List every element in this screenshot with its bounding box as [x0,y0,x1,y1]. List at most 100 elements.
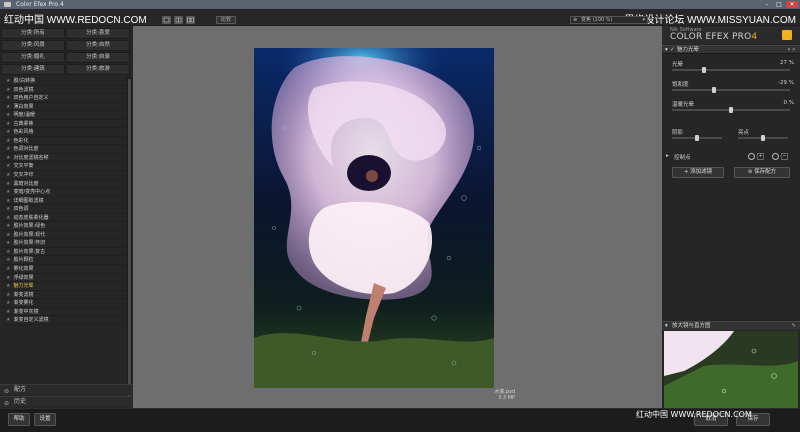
star-icon[interactable]: ★ [6,155,10,161]
add-filter-button[interactable]: + 添加滤镜 [672,167,724,178]
slider-value[interactable]: 0 % [784,100,794,106]
category-landscape[interactable]: 分类:风景 [1,40,65,51]
filter-list-item[interactable]: ★ 变暗/变亮中心点 [2,188,126,197]
star-icon[interactable]: ★ [6,138,10,144]
star-icon[interactable]: ★ [6,309,10,315]
filter-list-item[interactable]: ★ 详细图取滤镜 [2,197,126,206]
filter-list-item[interactable]: ★ 交叉冲印 [2,171,126,180]
category-architecture[interactable]: 分类:建筑 [1,64,65,75]
slider-track[interactable] [672,87,790,93]
category-all[interactable]: 分类:所有 [1,28,65,39]
filter-list-item[interactable]: ★ 胶/白转换 [2,77,126,86]
filter-list-item[interactable]: ★ 色调对比度 [2,145,126,154]
filter-list-item[interactable]: ★ 雾化效果 [2,265,126,274]
star-icon[interactable]: ★ [6,198,10,204]
filter-list-item[interactable]: ★ 浮绿效果 [2,274,126,283]
filter-list-item[interactable]: ★ 明度/温暖 [2,111,126,120]
filter-list-item[interactable]: ★ 色彩化 [2,137,126,146]
checkmark-icon[interactable]: ✓ [670,46,675,54]
category-wedding[interactable]: 分类:婚礼 [1,52,65,63]
star-icon[interactable]: ★ [6,163,10,169]
star-icon[interactable]: ★ [6,121,10,127]
help-button[interactable]: 帮助 [8,413,30,426]
filter-list-item[interactable]: ★ 胶片颗粒 [2,256,126,266]
star-icon[interactable]: ★ [6,146,10,152]
filter-list-item[interactable]: ★ 胶片效果:绿色 [2,222,126,231]
star-icon[interactable]: ★ [6,240,10,246]
maximize-button[interactable]: □ [774,1,784,8]
filter-list-item[interactable]: ★ 薄白效果 [2,103,126,112]
slider-track[interactable] [672,67,790,73]
filter-list-item[interactable]: ★ 交叉平衡 [2,162,126,172]
filter-list-item[interactable]: ★ 黑暗对比度 [2,180,126,189]
loupe-preview[interactable] [664,331,798,408]
category-travel[interactable]: 分类:旅游 [66,64,130,75]
filter-list-item[interactable]: ★ 对比度滤镜名称 [2,154,126,163]
star-icon[interactable]: ★ [6,232,10,238]
zoom-dropdown[interactable]: ⊕ 变焦 (100 %) ▾ [570,16,648,24]
shadow-track[interactable] [672,135,722,141]
split-view-button[interactable] [174,16,183,24]
filter-options-icon[interactable]: ▾ ✕ [788,46,796,54]
compare-button[interactable]: 比较 [216,16,236,24]
slider-value[interactable]: 27 % [780,60,794,66]
category-favorites[interactable]: 分类:喜爱 [66,28,130,39]
filter-list-item[interactable]: ★ 胶片效果:怀旧 [2,239,126,248]
star-icon[interactable]: ★ [6,206,10,212]
star-icon[interactable]: ★ [6,223,10,229]
star-icon[interactable]: ★ [6,275,10,281]
filter-list-item[interactable]: ★ 双色用户自定义 [2,94,126,103]
image-canvas[interactable]: 水底.psd 3.3 MP [133,26,662,408]
filter-list-item[interactable]: ★ 双色调 [2,205,126,214]
remove-control-point-icon[interactable] [772,153,779,160]
filter-list-item[interactable]: ★ 动态皮肤柔化器 [2,214,126,223]
slider-knob[interactable] [701,67,706,73]
active-filter-header[interactable]: ▾ ✓ 魅力光晕 ▾ ✕ [662,45,800,54]
star-icon[interactable]: ★ [6,292,10,298]
loupe-header[interactable]: ▾ 放大镜与直方图 ✎ [662,321,800,330]
single-view-button[interactable] [162,16,171,24]
save-recipe-button[interactable]: ⊚ 保存配方 [734,167,790,178]
category-nature[interactable]: 分类:自然 [66,40,130,51]
pin-icon[interactable]: ✎ [791,322,796,330]
category-custom[interactable]: 分类:自录 [66,52,130,63]
filter-list-item[interactable]: ★ 双色滤镜 [2,86,126,95]
star-icon[interactable]: ★ [6,172,10,178]
minus-icon[interactable]: − [781,153,788,160]
control-points-row[interactable]: ▸ 控制点 + − [662,152,800,162]
shadow-slider[interactable]: 阴影 [672,128,722,142]
star-icon[interactable]: ★ [6,181,10,187]
minimize-button[interactable]: – [762,1,772,8]
star-icon[interactable]: ★ [6,257,10,263]
star-icon[interactable]: ★ [6,215,10,221]
slider-track[interactable] [672,107,790,113]
highlight-slider[interactable]: 亮点 [738,128,788,142]
adjustment-slider[interactable]: 饱和度 -29 % [662,80,800,94]
expand-triangle-icon[interactable]: ▸ [666,153,669,159]
star-icon[interactable]: ★ [6,104,10,110]
highlight-knob[interactable] [761,135,765,141]
recipes-section[interactable]: ⊜ 配方 [0,384,133,395]
close-button[interactable]: ✕ [786,1,798,8]
star-icon[interactable]: ★ [6,283,10,289]
adjustment-slider[interactable]: 温暖光晕 0 % [662,100,800,114]
star-icon[interactable]: ★ [6,78,10,84]
side-by-side-button[interactable] [186,16,195,24]
star-icon[interactable]: ★ [6,87,10,93]
filter-list-item[interactable]: ★ 渐变自定义滤镜 [2,316,126,325]
filter-list-scrollbar[interactable] [127,77,132,407]
slider-knob[interactable] [711,87,716,93]
star-icon[interactable]: ★ [6,189,10,195]
settings-button[interactable]: 设置 [34,413,56,426]
star-icon[interactable]: ★ [6,95,10,101]
star-icon[interactable]: ★ [6,300,10,306]
filter-list-item[interactable]: ★ 古典柔焦 [2,120,126,129]
filter-list-item[interactable]: ★ 色彩风格 [2,128,126,137]
shadow-knob[interactable] [695,135,699,141]
collapse-triangle-icon[interactable]: ▾ [665,322,668,330]
slider-knob[interactable] [729,107,733,113]
slider-value[interactable]: -29 % [778,80,794,86]
scrollbar-thumb[interactable] [128,79,131,399]
add-control-point-icon[interactable] [748,153,755,160]
star-icon[interactable]: ★ [6,112,10,118]
